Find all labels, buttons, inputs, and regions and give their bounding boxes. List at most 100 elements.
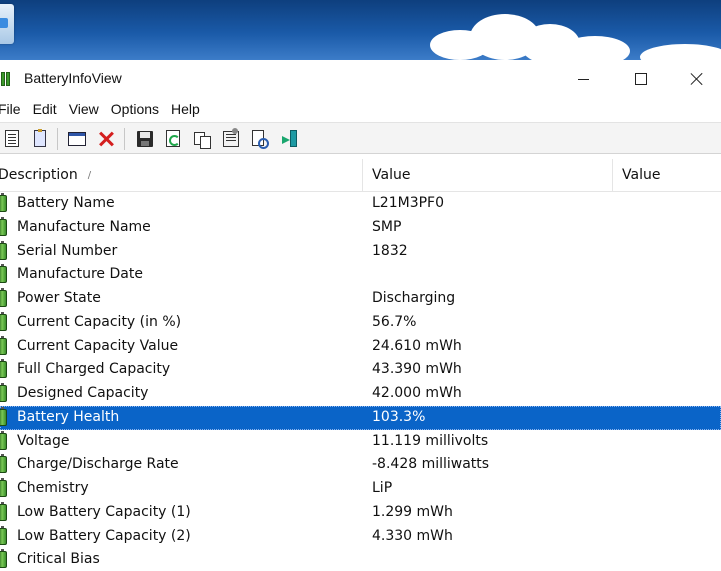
save-icon <box>137 131 153 147</box>
column-divider[interactable] <box>612 159 613 191</box>
list-row[interactable]: Manufacture Name SMP <box>0 216 721 240</box>
delete-button[interactable] <box>96 129 116 149</box>
view-battery-info-button[interactable] <box>2 129 22 149</box>
row-description: Power State <box>17 290 101 306</box>
battery-app-icon <box>0 71 14 86</box>
row-value: 42.000 mWh <box>372 385 462 401</box>
list-row[interactable]: Charge/Discharge Rate -8.428 milliwatts <box>0 453 721 477</box>
view-log-icon <box>34 129 46 147</box>
column-header-value[interactable]: Value <box>372 159 612 191</box>
battery-icon <box>0 264 7 284</box>
list-row[interactable]: Manufacture Date <box>0 263 721 287</box>
list-row[interactable]: Battery Name L21M3PF0 <box>0 192 721 216</box>
battery-icon <box>0 430 7 450</box>
menu-options[interactable]: Options <box>105 98 165 122</box>
row-description: Current Capacity (in %) <box>17 313 182 330</box>
row-description: Critical Bias <box>17 551 100 568</box>
list-header: Description / Value Value <box>0 159 721 192</box>
list-row[interactable]: Current Capacity (in %) 56.7% <box>0 311 721 335</box>
row-value: SMP <box>372 218 402 235</box>
list-row[interactable]: Full Charged Capacity 43.390 mWh <box>0 358 721 382</box>
row-description: Voltage <box>17 432 70 449</box>
battery-icon <box>0 525 7 545</box>
row-description: Manufacture Name <box>17 218 151 235</box>
menu-help[interactable]: Help <box>165 98 206 122</box>
battery-icon <box>0 454 7 474</box>
close-button[interactable] <box>668 60 721 98</box>
row-description: Manufacture Date <box>17 266 143 283</box>
list-row[interactable]: Designed Capacity 42.000 mWh <box>0 382 721 406</box>
row-description: Charge/Discharge Rate <box>17 456 179 473</box>
find-button[interactable] <box>250 129 270 149</box>
battery-icon <box>0 359 7 379</box>
row-description: Designed Capacity <box>17 385 149 401</box>
row-value: 11.119 millivolts <box>372 432 489 449</box>
row-description: Current Capacity Value <box>17 337 179 354</box>
column-header-label: Value <box>372 167 411 183</box>
exit-button[interactable] <box>279 129 299 149</box>
refresh-button[interactable] <box>163 129 183 149</box>
list-row[interactable]: Power State Discharging <box>0 287 721 311</box>
maximize-button[interactable] <box>612 60 670 98</box>
battery-info-list[interactable]: Description / Value Value Battery Name L21… <box>0 154 721 571</box>
battery-icon <box>0 311 7 331</box>
window-button[interactable] <box>67 129 87 149</box>
battery-icon <box>0 335 7 355</box>
row-value: LiP <box>372 480 393 496</box>
column-header-value-2[interactable]: Value <box>622 159 721 191</box>
menu-file[interactable]: File <box>0 98 27 122</box>
battery-icon <box>0 478 7 497</box>
list-row[interactable]: Low Battery Capacity (1) 1.299 mWh <box>0 501 721 525</box>
delete-icon <box>98 131 114 147</box>
row-value: L21M3PF0 <box>372 195 445 211</box>
battery-icon <box>0 501 7 521</box>
minimize-button[interactable] <box>554 60 612 98</box>
column-header-label: Description <box>0 167 78 183</box>
row-value: 43.390 mWh <box>372 361 462 378</box>
list-row[interactable]: Current Capacity Value 24.610 mWh <box>0 335 721 359</box>
list-row[interactable]: Chemistry LiP <box>0 477 721 501</box>
battery-icon <box>0 406 7 426</box>
row-value: 103.3% <box>372 408 426 425</box>
recycle-bin-icon[interactable] <box>0 4 14 44</box>
refresh-icon <box>166 130 180 147</box>
find-icon <box>252 130 269 149</box>
properties-button[interactable] <box>221 128 241 149</box>
menu-bar: File Edit View Options Help <box>0 98 721 122</box>
row-value: 56.7% <box>372 313 417 330</box>
title-bar[interactable]: BatteryInfoView <box>0 60 721 98</box>
list-row[interactable]: Low Battery Capacity (2) 4.330 mWh <box>0 525 721 549</box>
row-description: Battery Name <box>17 195 115 211</box>
toolbar <box>0 122 721 154</box>
list-row[interactable]: Critical Bias <box>0 548 721 571</box>
minimize-icon <box>577 78 589 80</box>
sort-indicator-icon: / <box>87 170 92 181</box>
list-rows: Battery Name L21M3PF0 Manufacture Name SMP… <box>0 192 721 571</box>
view-log-button[interactable] <box>30 129 50 149</box>
list-row[interactable]: Voltage 11.119 millivolts <box>0 430 721 454</box>
battery-icon <box>0 240 7 260</box>
app-window: BatteryInfoView File Edit View Options H… <box>0 60 721 571</box>
column-header-label: Value <box>622 167 661 183</box>
row-value: 4.330 mWh <box>372 527 453 544</box>
battery-icon <box>0 549 7 569</box>
row-description: Low Battery Capacity (1) <box>17 503 191 520</box>
toolbar-separator <box>124 128 125 150</box>
battery-icon <box>0 216 7 236</box>
copy-icon <box>194 132 211 149</box>
view-battery-info-icon <box>5 130 19 147</box>
row-description: Low Battery Capacity (2) <box>17 527 191 544</box>
column-divider[interactable] <box>362 159 363 191</box>
battery-icon <box>0 288 7 307</box>
copy-button[interactable] <box>192 129 212 149</box>
menu-edit[interactable]: Edit <box>27 98 63 122</box>
list-row[interactable]: Serial Number 1832 <box>0 240 721 264</box>
row-value: 1.299 mWh <box>372 503 453 520</box>
menu-view[interactable]: View <box>63 98 105 122</box>
save-button[interactable] <box>135 129 155 149</box>
list-row-selected[interactable]: Battery Health 103.3% <box>0 405 721 430</box>
battery-icon <box>0 193 7 212</box>
window-title: BatteryInfoView <box>24 70 122 86</box>
row-description: Full Charged Capacity <box>17 361 171 378</box>
column-header-description[interactable]: Description / <box>0 159 360 191</box>
